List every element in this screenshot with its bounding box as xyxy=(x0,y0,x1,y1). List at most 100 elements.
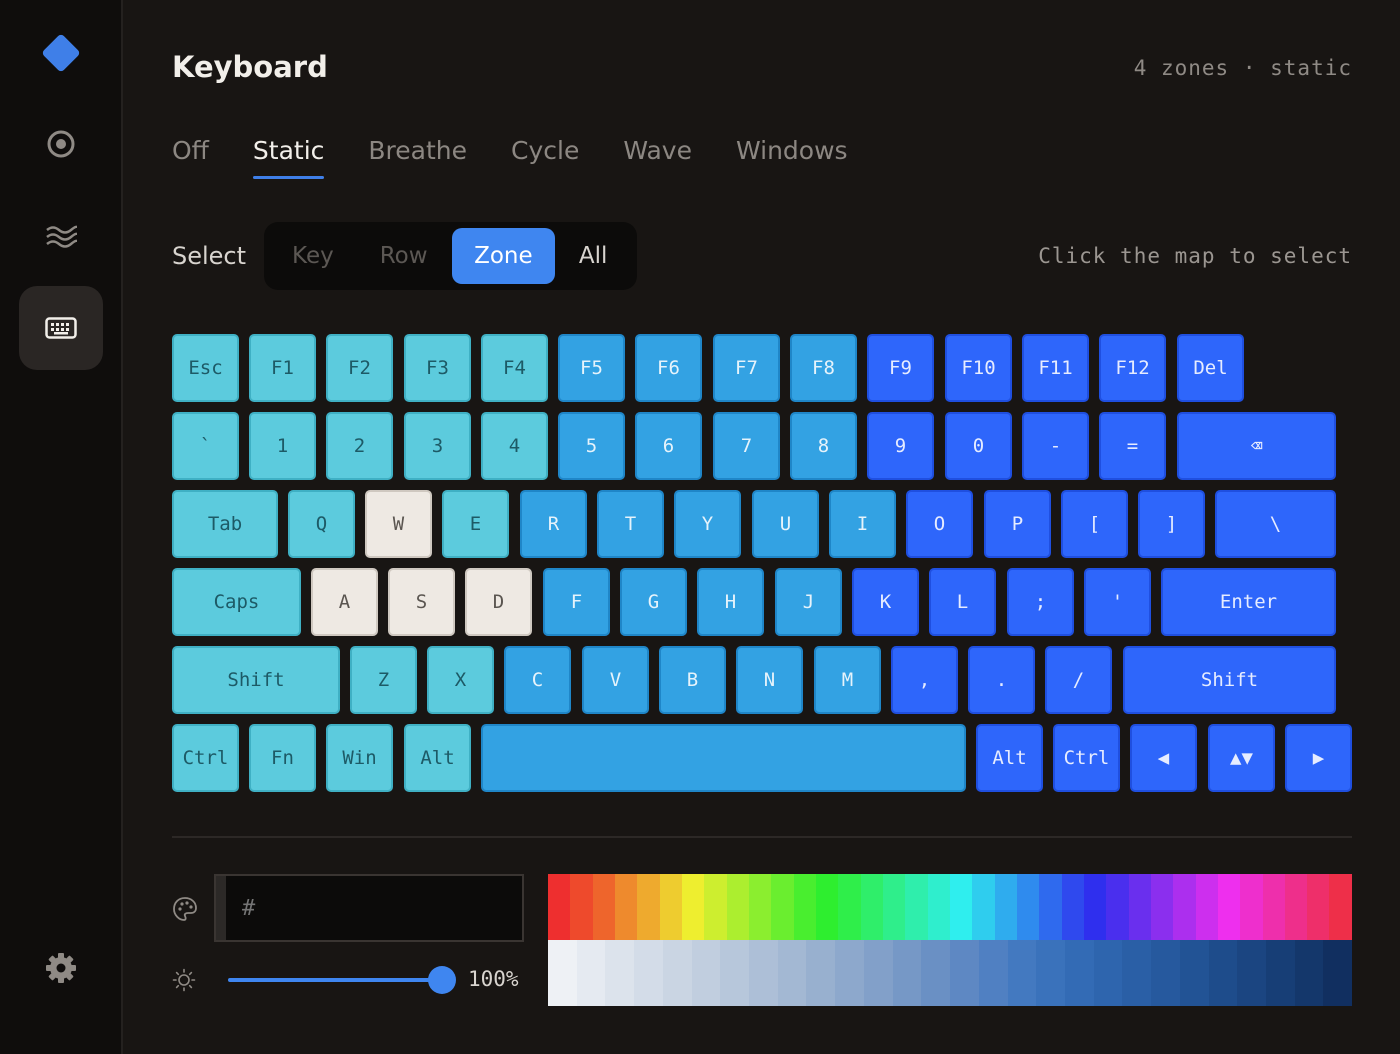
key-equals[interactable]: = xyxy=(1099,412,1166,480)
tab-off[interactable]: Off xyxy=(172,136,209,175)
sidebar-item-target[interactable] xyxy=(19,102,103,186)
key-n[interactable]: N xyxy=(736,646,803,714)
key-i[interactable]: I xyxy=(829,490,896,558)
key-m[interactable]: M xyxy=(814,646,881,714)
shade-swatch[interactable] xyxy=(1151,940,1180,1006)
key-period[interactable]: . xyxy=(968,646,1035,714)
hue-swatch[interactable] xyxy=(1106,874,1129,940)
key-del[interactable]: Del xyxy=(1177,334,1244,402)
key-f3[interactable]: F3 xyxy=(404,334,471,402)
key-fn[interactable]: Fn xyxy=(249,724,316,792)
key-backspace[interactable]: ⌫ xyxy=(1177,412,1336,480)
key-1[interactable]: 1 xyxy=(249,412,316,480)
shade-swatch[interactable] xyxy=(548,940,577,1006)
key-p[interactable]: P xyxy=(984,490,1051,558)
key-e[interactable]: E xyxy=(442,490,509,558)
hue-swatch[interactable] xyxy=(614,874,638,940)
key-u[interactable]: U xyxy=(752,490,819,558)
key-0[interactable]: 0 xyxy=(945,412,1012,480)
key-c[interactable]: C xyxy=(504,646,571,714)
key-s[interactable]: S xyxy=(388,568,455,636)
shade-swatch[interactable] xyxy=(634,940,663,1006)
hue-swatch[interactable] xyxy=(1262,874,1285,940)
hue-swatch[interactable] xyxy=(1083,874,1107,940)
brightness-slider-thumb[interactable] xyxy=(428,966,456,994)
key-q[interactable]: Q xyxy=(288,490,355,558)
hue-swatch[interactable] xyxy=(882,874,906,940)
key-2[interactable]: 2 xyxy=(326,412,393,480)
key-backslash[interactable]: \ xyxy=(1215,490,1336,558)
key-win[interactable]: Win xyxy=(326,724,393,792)
shade-swatch[interactable] xyxy=(576,940,606,1006)
key-a[interactable]: A xyxy=(311,568,378,636)
brightness-slider[interactable] xyxy=(228,966,456,994)
shade-swatch[interactable] xyxy=(777,940,807,1006)
hue-swatch[interactable] xyxy=(1284,874,1308,940)
key-enter[interactable]: Enter xyxy=(1161,568,1336,636)
key-8[interactable]: 8 xyxy=(790,412,857,480)
select-key-button[interactable]: Key xyxy=(270,228,356,284)
shade-swatch[interactable] xyxy=(1265,940,1295,1006)
hue-swatch[interactable] xyxy=(905,874,928,940)
key-quote[interactable]: ' xyxy=(1084,568,1151,636)
shade-swatch[interactable] xyxy=(1064,940,1094,1006)
key-v[interactable]: V xyxy=(582,646,649,714)
key-left-shift[interactable]: Shift xyxy=(172,646,340,714)
hue-swatch[interactable] xyxy=(1195,874,1218,940)
key-f9[interactable]: F9 xyxy=(867,334,934,402)
key-f11[interactable]: F11 xyxy=(1022,334,1089,402)
tab-cycle[interactable]: Cycle xyxy=(511,136,579,175)
hue-swatch[interactable] xyxy=(748,874,772,940)
key-f6[interactable]: F6 xyxy=(635,334,702,402)
key-3[interactable]: 3 xyxy=(404,412,471,480)
key-minus[interactable]: - xyxy=(1022,412,1089,480)
key-esc[interactable]: Esc xyxy=(172,334,239,402)
key-f[interactable]: F xyxy=(543,568,610,636)
key-9[interactable]: 9 xyxy=(867,412,934,480)
key-d[interactable]: D xyxy=(465,568,532,636)
shade-swatch[interactable] xyxy=(1122,940,1152,1006)
key-left-bracket[interactable]: [ xyxy=(1061,490,1128,558)
key-w[interactable]: W xyxy=(365,490,432,558)
hue-swatch[interactable] xyxy=(838,874,861,940)
key-tab[interactable]: Tab xyxy=(172,490,278,558)
shade-swatch[interactable] xyxy=(605,940,635,1006)
hue-swatch[interactable] xyxy=(1307,874,1330,940)
hue-swatch[interactable] xyxy=(1173,874,1196,940)
hue-swatch[interactable] xyxy=(927,874,950,940)
key-f1[interactable]: F1 xyxy=(249,334,316,402)
key-o[interactable]: O xyxy=(906,490,973,558)
hue-swatch[interactable] xyxy=(1039,874,1062,940)
hue-swatch[interactable] xyxy=(1240,874,1263,940)
shade-swatch[interactable] xyxy=(921,940,951,1006)
key-right-ctrl[interactable]: Ctrl xyxy=(1053,724,1120,792)
key-h[interactable]: H xyxy=(697,568,764,636)
hue-swatch[interactable] xyxy=(1217,874,1241,940)
select-zone-button[interactable]: Zone xyxy=(451,228,556,284)
hue-swatch[interactable] xyxy=(815,874,839,940)
key-7[interactable]: 7 xyxy=(713,412,780,480)
hue-swatch[interactable] xyxy=(637,874,660,940)
shade-swatch[interactable] xyxy=(806,940,836,1006)
key-slash[interactable]: / xyxy=(1045,646,1112,714)
key-right-alt[interactable]: Alt xyxy=(976,724,1043,792)
hue-swatch[interactable] xyxy=(592,874,615,940)
key-f2[interactable]: F2 xyxy=(326,334,393,402)
hue-swatch[interactable] xyxy=(771,874,794,940)
key-f8[interactable]: F8 xyxy=(790,334,857,402)
shade-swatch[interactable] xyxy=(1179,940,1209,1006)
hue-swatch[interactable] xyxy=(681,874,705,940)
shade-swatch[interactable] xyxy=(950,940,979,1006)
key-z[interactable]: Z xyxy=(350,646,417,714)
key-f5[interactable]: F5 xyxy=(558,334,625,402)
key-f10[interactable]: F10 xyxy=(945,334,1012,402)
hue-swatch[interactable] xyxy=(726,874,749,940)
shade-swatch[interactable] xyxy=(720,940,750,1006)
hue-swatch[interactable] xyxy=(704,874,727,940)
key-arrow-left[interactable]: ◀ xyxy=(1130,724,1197,792)
shade-swatch[interactable] xyxy=(1208,940,1238,1006)
key-left-alt[interactable]: Alt xyxy=(404,724,471,792)
hue-swatch[interactable] xyxy=(1128,874,1151,940)
key-r[interactable]: R xyxy=(520,490,587,558)
shade-swatch[interactable] xyxy=(1323,940,1353,1006)
